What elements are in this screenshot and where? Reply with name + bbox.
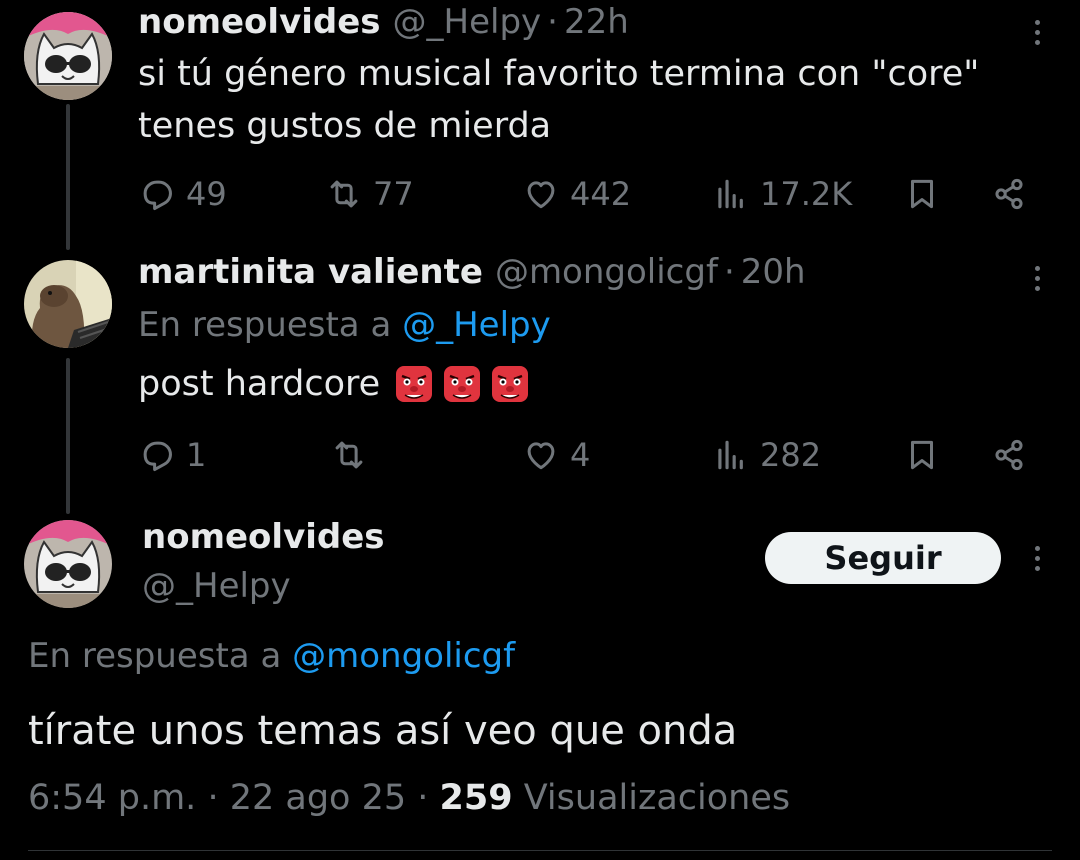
bookmark-icon: [910, 179, 934, 209]
like-count: 442: [570, 175, 632, 213]
reply-button[interactable]: 49: [138, 175, 227, 213]
author-name[interactable]: martinita valiente: [138, 252, 483, 292]
separator: ·: [417, 778, 429, 818]
follow-button[interactable]: Seguir: [765, 532, 1001, 584]
separator: ·: [723, 252, 735, 292]
avatar[interactable]: [24, 12, 112, 100]
share-button[interactable]: [990, 175, 1028, 213]
heart-icon: [527, 442, 555, 470]
reply-count: 49: [186, 175, 227, 213]
views-icon: [718, 440, 743, 470]
bookmark-button[interactable]: [903, 175, 941, 213]
heart-icon: [527, 181, 555, 209]
more-icon[interactable]: [1022, 258, 1052, 298]
tweet-meta: 6:54 p.m. · 22 ago 25 · 259 Visualizacio…: [28, 778, 790, 818]
reply-prefix: En respuesta a: [138, 305, 403, 345]
like-button[interactable]: 442: [522, 175, 631, 213]
thread-line: [66, 358, 70, 514]
views-count: 282: [760, 436, 822, 474]
thread-line: [66, 104, 70, 250]
more-icon[interactable]: [1022, 12, 1052, 52]
avatar[interactable]: [24, 520, 112, 608]
cat-avatar-image: [24, 12, 112, 100]
like-count: 4: [570, 436, 591, 474]
tweet-text: tírate unos temas así veo que onda: [28, 708, 738, 754]
reply-icon: [143, 441, 172, 472]
views-button[interactable]: 282: [712, 436, 821, 474]
separator: ·: [207, 778, 219, 818]
views-count: 17.2K: [760, 175, 853, 213]
reply-button[interactable]: 1: [138, 436, 206, 474]
retweet-icon: [335, 441, 363, 469]
tweet-text-line: tenes gustos de mierda: [138, 106, 552, 146]
views-count: 259: [439, 778, 513, 818]
share-icon: [995, 439, 1023, 471]
author-handle[interactable]: @_Helpy: [393, 2, 542, 42]
retweet-button[interactable]: [330, 436, 378, 474]
goblin-emoji: [392, 362, 532, 406]
cat-avatar-image: [24, 520, 112, 608]
tweet-text: si tú género musical favorito termina co…: [138, 48, 1038, 152]
tweet-text-content: post hardcore: [138, 364, 381, 404]
retweet-button[interactable]: 77: [325, 175, 414, 213]
goblin-emoji-3: [492, 366, 529, 402]
share-icon: [995, 178, 1023, 210]
divider: [28, 850, 1052, 851]
bookmark-icon: [910, 440, 934, 470]
bookmark-button[interactable]: [903, 436, 941, 474]
tweet-text: post hardcore: [138, 358, 532, 410]
more-icon[interactable]: [1022, 538, 1052, 578]
views-label: Visualizaciones: [523, 778, 791, 818]
views-icon: [718, 179, 743, 209]
avatar[interactable]: [24, 260, 112, 348]
timestamp[interactable]: 20h: [741, 252, 806, 292]
retweet-icon: [330, 180, 358, 208]
mention-link[interactable]: @_Helpy: [402, 305, 551, 345]
retweet-count: 77: [373, 175, 414, 213]
author-name[interactable]: nomeolvides: [138, 2, 381, 42]
reply-context: En respuesta a @mongolicgf: [28, 636, 515, 676]
author-handle[interactable]: @_Helpy: [142, 566, 291, 606]
timestamp[interactable]: 22h: [564, 2, 629, 42]
goblin-emoji-1: [396, 366, 433, 402]
mention-link[interactable]: @mongolicgf: [292, 636, 515, 676]
views-button[interactable]: 17.2K: [712, 175, 852, 213]
reply-prefix: En respuesta a: [28, 636, 293, 676]
reply-icon: [143, 180, 172, 211]
share-button[interactable]: [990, 436, 1028, 474]
like-button[interactable]: 4: [522, 436, 590, 474]
author-handle[interactable]: @mongolicgf: [495, 252, 718, 292]
reply-count: 1: [186, 436, 207, 474]
capybara-avatar-image: [24, 260, 112, 348]
tweet-text-line: si tú género musical favorito termina co…: [138, 54, 980, 94]
post-date[interactable]: 22 ago 25: [230, 778, 406, 818]
separator: ·: [547, 2, 558, 42]
author-name[interactable]: nomeolvides: [142, 517, 385, 557]
reply-context: En respuesta a @_Helpy: [138, 305, 551, 345]
post-time[interactable]: 6:54 p.m.: [28, 778, 196, 818]
goblin-emoji-2: [444, 366, 481, 402]
